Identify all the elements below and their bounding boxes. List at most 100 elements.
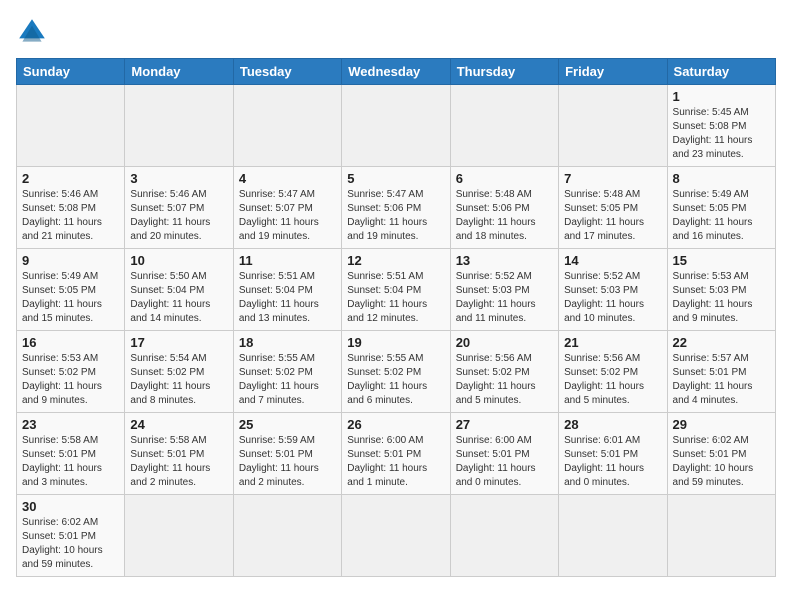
day-number: 8 (673, 171, 770, 186)
day-number: 10 (130, 253, 227, 268)
day-cell: 11 Sunrise: 5:51 AM Sunset: 5:04 PM Dayli… (233, 249, 341, 331)
day-number: 16 (22, 335, 119, 350)
day-cell (17, 85, 125, 167)
week-row-4: 16 Sunrise: 5:53 AM Sunset: 5:02 PM Dayli… (17, 331, 776, 413)
day-info: Sunrise: 5:58 AM Sunset: 5:01 PM Dayligh… (130, 434, 227, 490)
day-number: 1 (673, 89, 770, 104)
day-cell: 6 Sunrise: 5:48 AM Sunset: 5:06 PM Daylig… (450, 167, 558, 249)
day-cell: 24 Sunrise: 5:58 AM Sunset: 5:01 PM Dayli… (125, 413, 233, 495)
day-cell: 7 Sunrise: 5:48 AM Sunset: 5:05 PM Daylig… (559, 167, 667, 249)
day-info: Sunrise: 6:02 AM Sunset: 5:01 PM Dayligh… (673, 434, 770, 490)
header-sunday: Sunday (17, 59, 125, 85)
header-monday: Monday (125, 59, 233, 85)
week-row-6: 30Sunrise: 6:02 AM Sunset: 5:01 PM Dayli… (17, 495, 776, 577)
day-number: 11 (239, 253, 336, 268)
week-row-3: 9 Sunrise: 5:49 AM Sunset: 5:05 PM Daylig… (17, 249, 776, 331)
day-number: 5 (347, 171, 444, 186)
header-thursday: Thursday (450, 59, 558, 85)
day-number: 7 (564, 171, 661, 186)
day-info: Sunrise: 5:59 AM Sunset: 5:01 PM Dayligh… (239, 434, 336, 490)
day-info: Sunrise: 5:49 AM Sunset: 5:05 PM Dayligh… (673, 188, 770, 244)
day-cell (559, 85, 667, 167)
day-cell: 4Sunrise: 5:47 AM Sunset: 5:07 PM Daylig… (233, 167, 341, 249)
day-cell (450, 85, 558, 167)
day-cell: 18 Sunrise: 5:55 AM Sunset: 5:02 PM Dayli… (233, 331, 341, 413)
day-info: Sunrise: 5:49 AM Sunset: 5:05 PM Dayligh… (22, 270, 119, 326)
day-number: 9 (22, 253, 119, 268)
day-number: 21 (564, 335, 661, 350)
day-cell: 26Sunrise: 6:00 AM Sunset: 5:01 PM Dayli… (342, 413, 450, 495)
day-info: Sunrise: 5:51 AM Sunset: 5:04 PM Dayligh… (239, 270, 336, 326)
day-info: Sunrise: 5:45 AM Sunset: 5:08 PM Dayligh… (673, 106, 770, 162)
day-number: 3 (130, 171, 227, 186)
day-info: Sunrise: 5:54 AM Sunset: 5:02 PM Dayligh… (130, 352, 227, 408)
day-info: Sunrise: 5:48 AM Sunset: 5:05 PM Dayligh… (564, 188, 661, 244)
day-number: 4 (239, 171, 336, 186)
day-number: 15 (673, 253, 770, 268)
day-info: Sunrise: 5:58 AM Sunset: 5:01 PM Dayligh… (22, 434, 119, 490)
day-cell: 30Sunrise: 6:02 AM Sunset: 5:01 PM Dayli… (17, 495, 125, 577)
day-cell: 19 Sunrise: 5:55 AM Sunset: 5:02 PM Dayli… (342, 331, 450, 413)
day-cell: 21 Sunrise: 5:56 AM Sunset: 5:02 PM Dayli… (559, 331, 667, 413)
day-info: Sunrise: 5:57 AM Sunset: 5:01 PM Dayligh… (673, 352, 770, 408)
day-number: 6 (456, 171, 553, 186)
day-number: 29 (673, 417, 770, 432)
day-cell: 28Sunrise: 6:01 AM Sunset: 5:01 PM Dayli… (559, 413, 667, 495)
logo (16, 16, 52, 48)
day-info: Sunrise: 6:01 AM Sunset: 5:01 PM Dayligh… (564, 434, 661, 490)
day-cell: 10 Sunrise: 5:50 AM Sunset: 5:04 PM Dayli… (125, 249, 233, 331)
day-cell (125, 495, 233, 577)
day-number: 27 (456, 417, 553, 432)
day-cell: 17 Sunrise: 5:54 AM Sunset: 5:02 PM Dayli… (125, 331, 233, 413)
day-cell: 16 Sunrise: 5:53 AM Sunset: 5:02 PM Dayli… (17, 331, 125, 413)
header-wednesday: Wednesday (342, 59, 450, 85)
day-info: Sunrise: 5:55 AM Sunset: 5:02 PM Dayligh… (347, 352, 444, 408)
day-info: Sunrise: 5:56 AM Sunset: 5:02 PM Dayligh… (564, 352, 661, 408)
day-number: 22 (673, 335, 770, 350)
day-info: Sunrise: 5:52 AM Sunset: 5:03 PM Dayligh… (564, 270, 661, 326)
day-cell: 25Sunrise: 5:59 AM Sunset: 5:01 PM Dayli… (233, 413, 341, 495)
day-number: 19 (347, 335, 444, 350)
day-info: Sunrise: 5:56 AM Sunset: 5:02 PM Dayligh… (456, 352, 553, 408)
day-info: Sunrise: 5:46 AM Sunset: 5:08 PM Dayligh… (22, 188, 119, 244)
day-cell: 22 Sunrise: 5:57 AM Sunset: 5:01 PM Dayli… (667, 331, 775, 413)
header-tuesday: Tuesday (233, 59, 341, 85)
day-number: 17 (130, 335, 227, 350)
day-cell: 23 Sunrise: 5:58 AM Sunset: 5:01 PM Dayli… (17, 413, 125, 495)
day-number: 20 (456, 335, 553, 350)
day-cell: 29 Sunrise: 6:02 AM Sunset: 5:01 PM Dayli… (667, 413, 775, 495)
day-cell: 15Sunrise: 5:53 AM Sunset: 5:03 PM Dayli… (667, 249, 775, 331)
header-friday: Friday (559, 59, 667, 85)
day-cell: 20 Sunrise: 5:56 AM Sunset: 5:02 PM Dayli… (450, 331, 558, 413)
day-cell: 3Sunrise: 5:46 AM Sunset: 5:07 PM Daylig… (125, 167, 233, 249)
day-cell (233, 85, 341, 167)
day-number: 23 (22, 417, 119, 432)
day-info: Sunrise: 5:47 AM Sunset: 5:06 PM Dayligh… (347, 188, 444, 244)
day-cell (342, 85, 450, 167)
day-cell (342, 495, 450, 577)
day-cell (233, 495, 341, 577)
day-number: 26 (347, 417, 444, 432)
day-info: Sunrise: 5:48 AM Sunset: 5:06 PM Dayligh… (456, 188, 553, 244)
day-info: Sunrise: 5:55 AM Sunset: 5:02 PM Dayligh… (239, 352, 336, 408)
day-info: Sunrise: 5:53 AM Sunset: 5:02 PM Dayligh… (22, 352, 119, 408)
week-row-2: 2Sunrise: 5:46 AM Sunset: 5:08 PM Daylig… (17, 167, 776, 249)
calendar-header-row: SundayMondayTuesdayWednesdayThursdayFrid… (17, 59, 776, 85)
day-info: Sunrise: 6:02 AM Sunset: 5:01 PM Dayligh… (22, 516, 119, 572)
day-cell: 9 Sunrise: 5:49 AM Sunset: 5:05 PM Daylig… (17, 249, 125, 331)
calendar: SundayMondayTuesdayWednesdayThursdayFrid… (16, 58, 776, 577)
header (16, 16, 776, 48)
day-cell: 5 Sunrise: 5:47 AM Sunset: 5:06 PM Daylig… (342, 167, 450, 249)
day-number: 18 (239, 335, 336, 350)
day-info: Sunrise: 5:50 AM Sunset: 5:04 PM Dayligh… (130, 270, 227, 326)
day-cell: 1 Sunrise: 5:45 AM Sunset: 5:08 PM Daylig… (667, 85, 775, 167)
day-number: 13 (456, 253, 553, 268)
day-cell (667, 495, 775, 577)
day-number: 24 (130, 417, 227, 432)
day-cell (125, 85, 233, 167)
day-cell (559, 495, 667, 577)
day-cell: 8 Sunrise: 5:49 AM Sunset: 5:05 PM Daylig… (667, 167, 775, 249)
day-cell: 27Sunrise: 6:00 AM Sunset: 5:01 PM Dayli… (450, 413, 558, 495)
week-row-1: 1 Sunrise: 5:45 AM Sunset: 5:08 PM Daylig… (17, 85, 776, 167)
day-info: Sunrise: 5:52 AM Sunset: 5:03 PM Dayligh… (456, 270, 553, 326)
